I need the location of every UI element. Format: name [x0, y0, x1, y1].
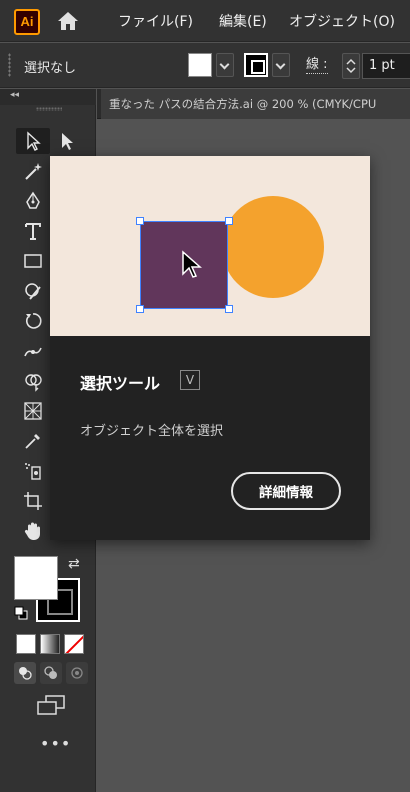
draw-behind-button[interactable] [40, 662, 62, 684]
spinner-arrows-icon [346, 58, 356, 74]
artboard-tool[interactable] [16, 488, 50, 514]
direct-selection-tool[interactable] [50, 128, 84, 154]
fill-color-large[interactable] [14, 556, 58, 600]
selection-tool[interactable] [16, 128, 50, 154]
selection-handle [136, 305, 144, 313]
symbol-sprayer-tool[interactable] [16, 458, 50, 484]
default-colors-icon[interactable] [14, 606, 28, 620]
tooltip-description: オブジェクト全体を選択 [80, 424, 224, 439]
selection-handle [225, 217, 233, 225]
eyedropper-tool[interactable] [16, 428, 50, 454]
artboard-icon [24, 492, 42, 510]
perspective-grid-icon [24, 402, 42, 420]
rectangle-icon [24, 254, 42, 268]
draw-inside-icon [71, 667, 83, 679]
hand-tool[interactable] [16, 518, 50, 544]
document-tab[interactable]: 重なった パスの結合方法.ai @ 200 % (CMYK/CPU [101, 89, 410, 119]
shaper-icon [25, 283, 41, 300]
panel-grip-icon[interactable] [8, 53, 11, 77]
draw-inside-button[interactable] [66, 662, 88, 684]
gradient-mode-button[interactable] [40, 634, 60, 654]
control-bar: 選択なし 線 : 1 pt [0, 43, 410, 88]
draw-normal-icon [19, 667, 32, 680]
stroke-weight-input[interactable]: 1 pt [362, 53, 410, 79]
stroke-weight-spinner[interactable] [342, 53, 360, 79]
selection-arrow-icon [27, 131, 41, 151]
screen-mode-icon[interactable] [36, 694, 66, 716]
stroke-dropdown[interactable] [272, 53, 290, 77]
cursor-arrow-icon [182, 250, 202, 278]
tool-tooltip-card: 選択ツール V オブジェクト全体を選択 詳細情報 [50, 156, 370, 540]
none-mode-button[interactable] [64, 634, 84, 654]
ai-logo-icon: Ai [14, 9, 40, 35]
menu-object[interactable]: オブジェクト(O) [289, 11, 395, 31]
selection-status: 選択なし [24, 61, 77, 76]
menu-edit[interactable]: 編集(E) [219, 11, 267, 31]
hand-icon [24, 522, 40, 540]
more-tools-icon[interactable]: ••• [40, 734, 71, 753]
magic-wand-icon [25, 163, 42, 180]
fill-swatch[interactable] [188, 53, 212, 77]
selection-handle [136, 217, 144, 225]
eyedropper-icon [25, 434, 40, 449]
shaper-tool[interactable] [16, 278, 50, 304]
pen-icon [26, 191, 40, 209]
tools-panel-header: ◂◂ [0, 89, 96, 105]
shape-builder-icon [25, 374, 42, 392]
symbol-sprayer-icon [25, 463, 41, 480]
menu-bar: Ai ファイル(F) 編集(E) オブジェクト(O) [0, 0, 410, 42]
magic-wand-tool[interactable] [16, 158, 50, 184]
type-icon [25, 223, 41, 240]
shortcut-key-badge: V [180, 370, 200, 390]
document-tab-strip: 重なった パスの結合方法.ai @ 200 % (CMYK/CPU [97, 89, 410, 119]
shape-builder-tool[interactable] [16, 368, 50, 394]
selection-tool-illustration [50, 156, 370, 336]
none-slash-icon [65, 635, 83, 653]
type-tool[interactable] [16, 218, 50, 244]
color-mode-button[interactable] [16, 634, 36, 654]
pen-tool[interactable] [16, 188, 50, 214]
perspective-grid-tool[interactable] [16, 398, 50, 424]
tooltip-title: 選択ツール [80, 374, 161, 393]
selection-handle [225, 305, 233, 313]
learn-more-button[interactable]: 詳細情報 [231, 472, 341, 510]
width-icon [24, 347, 42, 357]
draw-behind-icon [44, 666, 57, 679]
illustration-circle [222, 196, 324, 298]
stroke-weight-label[interactable]: 線 : [306, 57, 328, 74]
fill-dropdown[interactable] [216, 53, 234, 77]
home-icon[interactable] [56, 9, 80, 33]
draw-normal-button[interactable] [14, 662, 36, 684]
direct-selection-icon [62, 133, 73, 150]
rotate-tool[interactable] [16, 308, 50, 334]
swap-fill-stroke-icon[interactable]: ⇄ [68, 556, 80, 572]
width-tool[interactable] [16, 338, 50, 364]
rectangle-tool[interactable] [16, 248, 50, 274]
stroke-swatch[interactable] [244, 53, 268, 77]
menu-file[interactable]: ファイル(F) [118, 11, 193, 31]
tools-grip-icon[interactable] [36, 107, 62, 111]
collapse-icon[interactable]: ◂◂ [10, 90, 19, 100]
rotate-icon [25, 313, 42, 329]
